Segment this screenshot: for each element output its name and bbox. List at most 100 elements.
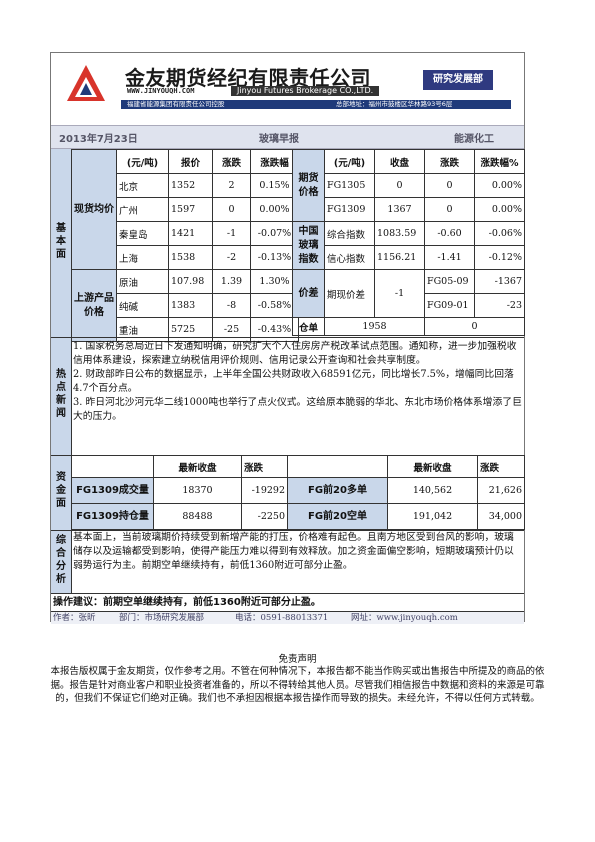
report-header: 金友期货经纪有限责任公司 WWW.JINYOUQH.COM Jinyou Fut… xyxy=(51,53,524,113)
futures-header-close: 收盘 xyxy=(374,149,425,174)
company-logo-icon xyxy=(67,65,105,101)
list-item: 3. 昨日河北沙河元华二线1000吨也举行了点火仪式。这给原本脆弱的华北、东北市… xyxy=(73,397,522,422)
funds-right-value: 140,562 xyxy=(387,477,478,504)
index-value: 1083.59 xyxy=(374,221,425,246)
upstream-name: 纯碱 xyxy=(116,293,169,318)
futures-header-change: 涨跌 xyxy=(424,149,475,174)
spread-contract: FG09-01 xyxy=(424,293,475,318)
upstream-name: 原油 xyxy=(116,269,169,294)
address-text: 总部地址：福州市鼓楼区华林路93号6层 xyxy=(336,100,453,108)
list-item: 2. 财政部昨日公布的数据显示，上半年全国公共财政收入68591亿元，同比增长7… xyxy=(73,369,514,394)
funds-right-change: 34,000 xyxy=(477,503,525,530)
funds-header-change: 涨跌 xyxy=(241,455,288,478)
spot-header-price: 报价 xyxy=(168,149,213,174)
index-change: -1.41 xyxy=(424,245,475,270)
funds-left-change: -19292 xyxy=(241,477,288,504)
funds-header-close: 最新收盘 xyxy=(387,455,478,478)
futures-contract: FG1305 xyxy=(324,173,375,198)
index-name: 综合指数 xyxy=(324,221,375,246)
futures-header-unit: (元/吨) xyxy=(324,149,375,174)
analysis-section: 综合分析 基本面上，当前玻璃期价持续受到新增产能的打压，价格难有起色。且南方地区… xyxy=(51,530,524,593)
report-footer: 作者：张昕 部门：市场研究发展部 电话：0591-88013371 网址：www… xyxy=(51,611,524,624)
spread-contract: FG05-09 xyxy=(424,269,475,294)
disclaimer-title: 免责声明 xyxy=(278,654,317,665)
funds-left-name: FG1309成交量 xyxy=(71,477,154,504)
futures-header-pct: 涨跌幅% xyxy=(474,149,525,174)
report-date: 2013年7月23日 xyxy=(59,134,138,145)
news-list: 1. 国家税务总局近日下发通知明确，研究扩大个人住房房产税改革试点范围。通知称，… xyxy=(73,340,523,424)
spread-name: 期现价差 xyxy=(324,269,375,318)
footer-author: 作者：张昕 xyxy=(53,613,96,623)
funds-left-name: FG1309持仓量 xyxy=(71,503,154,530)
funds-table: 最新收盘 涨跌 最新收盘 涨跌 FG1309成交量 18370 -19292 F… xyxy=(71,455,525,530)
department-badge: 研究发展部 xyxy=(423,70,493,90)
company-english-name: Jinyou Futures Brokerage CO.,LTD. xyxy=(231,86,380,96)
spread-value: -1 xyxy=(374,269,425,318)
spot-change: -2 xyxy=(212,245,251,270)
futures-close: 0 xyxy=(374,173,425,198)
index-change: -0.60 xyxy=(424,221,475,246)
upstream-change: 1.39 xyxy=(212,269,251,294)
spot-price: 1597 xyxy=(168,197,213,222)
table-row: FG1309成交量 18370 -19292 FG前20多单 140,562 2… xyxy=(71,477,525,504)
table-row: FG1305 0 0 0.00% xyxy=(293,173,525,198)
upstream-price: 1383 xyxy=(168,293,213,318)
funds-header-blank xyxy=(287,455,388,478)
table-row: 中国玻璃指数 综合指数 1083.59 -0.60 -0.06% xyxy=(292,221,525,270)
spot-price: 1421 xyxy=(168,221,213,246)
index-pct: -0.12% xyxy=(474,245,525,270)
funds-header-close: 最新收盘 xyxy=(153,455,242,478)
disclaimer-text: 本报告版权属于金友期货，仅作参考之用。不管在何种情况下，本报告都不能当作购买或出… xyxy=(50,666,545,704)
warehouse-change: 0 xyxy=(424,317,525,336)
futures-pct: 0.00% xyxy=(474,197,525,222)
index-pct: -0.06% xyxy=(474,221,525,246)
spot-city: 北京 xyxy=(116,173,169,198)
report-info-row: 2013年7月23日 玻璃早报 能源化工 xyxy=(51,125,524,149)
futures-pct: 0.00% xyxy=(474,173,525,198)
index-value: 1156.21 xyxy=(374,245,425,270)
spot-price: 1538 xyxy=(168,245,213,270)
index-name: 信心指数 xyxy=(324,245,375,270)
holding-text: 福建省能源集团有限责任公司控股 xyxy=(127,100,225,108)
funds-right-name: FG前20空单 xyxy=(287,503,388,530)
futures-close: 1367 xyxy=(374,197,425,222)
header-info-bar: 福建省能源集团有限责任公司控股 总部地址：福州市鼓楼区华林路93号6层 xyxy=(121,100,511,109)
footer-dept: 部门：市场研究发展部 xyxy=(119,613,205,623)
table-row: FG1309持仓量 88488 -2250 FG前20空单 191,042 34… xyxy=(71,503,525,530)
footer-phone: 电话：0591-88013371 xyxy=(235,613,329,623)
report-title: 玻璃早报 xyxy=(259,134,299,145)
futures-contract: FG1309 xyxy=(324,197,375,222)
spot-label: 现货均价 xyxy=(71,149,117,270)
funds-right-change: 21,626 xyxy=(477,477,525,504)
funds-label: 资金面 xyxy=(56,472,66,509)
warehouse-label: 仓单 xyxy=(292,317,325,336)
spot-price: 1352 xyxy=(168,173,213,198)
funds-right-name: FG前20多单 xyxy=(287,477,388,504)
footer-website: 网址：www.jinyouqh.com xyxy=(351,613,458,623)
table-row: 信心指数 1156.21 -1.41 -0.12% xyxy=(293,245,525,270)
funds-right-value: 191,042 xyxy=(387,503,478,530)
spread-contract-value: -1367 xyxy=(474,269,525,294)
funds-left-value: 88488 xyxy=(153,503,242,530)
futures-label: 期货价格 xyxy=(292,149,325,222)
table-row: 上游产品价格 原油 107.98 1.39 1.30% xyxy=(71,269,299,342)
spot-change: -1 xyxy=(212,221,251,246)
funds-header-blank xyxy=(71,455,154,478)
spot-change: 2 xyxy=(212,173,251,198)
spot-header-change: 涨跌 xyxy=(212,149,251,174)
advice-text: 操作建议：前期空单继续持有，前低1360附近可部分止盈。 xyxy=(53,597,321,608)
futures-price-table: 期货价格 (元/吨) 收盘 涨跌 涨跌幅% FG1305 0 0 0.00% F… xyxy=(292,149,525,336)
funds-left-value: 18370 xyxy=(153,477,242,504)
spot-price-table: 现货均价 (元/吨) 报价 涨跌 涨跌幅 北京 1352 2 0.15% 广州 … xyxy=(71,149,299,342)
upstream-price: 107.98 xyxy=(168,269,213,294)
list-item: 1. 国家税务总局近日下发通知明确，研究扩大个人住房房产税改革试点范围。通知称，… xyxy=(73,341,517,366)
upstream-label: 上游产品价格 xyxy=(71,269,117,342)
spread-contract-value: -23 xyxy=(474,293,525,318)
analysis-text: 基本面上，当前玻璃期价持续受到新增产能的打压，价格难有起色。且南方地区受到台风的… xyxy=(73,532,514,571)
advice-bar: 操作建议：前期空单继续持有，前低1360附近可部分止盈。 xyxy=(51,593,524,612)
spot-change: 0 xyxy=(212,197,251,222)
warehouse-value: 1958 xyxy=(324,317,425,336)
futures-change: 0 xyxy=(424,197,475,222)
spot-header-unit: (元/吨) xyxy=(116,149,169,174)
fundamentals-label: 基本面 xyxy=(56,223,66,260)
